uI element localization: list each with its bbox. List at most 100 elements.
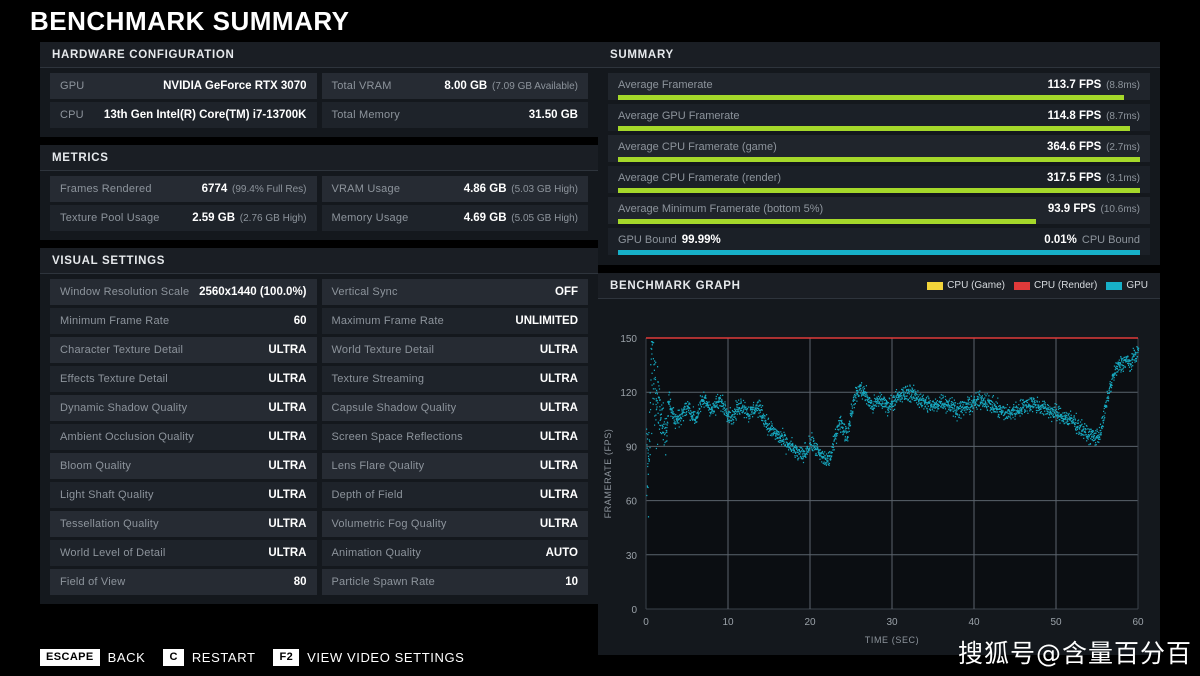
key-action-label[interactable]: RESTART <box>192 650 256 665</box>
cpu-bound-value: 0.01% CPU Bound <box>1044 233 1140 246</box>
summary-bar-fill <box>618 157 1140 162</box>
metric-cell[interactable]: Memory Usage 4.69 GB (5.05 GB High) <box>321 205 588 231</box>
watermark: 搜狐号@含量百分百 <box>957 639 1192 668</box>
visual-setting-cell[interactable]: Window Resolution Scale 2560x1440 (100.0%… <box>50 279 317 305</box>
visual-setting-cell[interactable]: Effects Texture Detail ULTRA <box>50 366 317 392</box>
cell-label: Depth of Field <box>331 489 403 501</box>
cell-label: Texture Streaming <box>331 373 425 385</box>
cell-value: ULTRA <box>268 431 307 443</box>
hardware-cell[interactable]: Total VRAM 8.00 GB (7.09 GB Available) <box>321 73 588 99</box>
visual-setting-cell[interactable]: Maximum Frame Rate UNLIMITED <box>321 308 588 334</box>
metrics-panel-header: METRICS <box>40 145 598 171</box>
svg-text:0: 0 <box>631 605 637 616</box>
cell-label: Bloom Quality <box>60 460 132 472</box>
benchmark-graph: 0 30 60 90 120 150 0 10 20 30 40 50 60 TIME (SEC) FRAM… <box>598 299 1160 655</box>
summary-bar-frametime: (8.8ms) <box>1103 79 1140 91</box>
cell-value-sub: (99.4% Full Res) <box>229 184 307 195</box>
hardware-cell[interactable]: Total Memory 31.50 GB <box>321 102 588 128</box>
cell-label: Texture Pool Usage <box>60 212 160 224</box>
visual-setting-cell[interactable]: Tessellation Quality ULTRA <box>50 511 317 537</box>
key-cap-f2[interactable]: F2 <box>273 648 300 666</box>
metrics-panel: METRICS Frames Rendered 6774 (99.4% Full … <box>40 145 598 240</box>
legend-item: GPU <box>1106 280 1148 291</box>
legend-item: CPU (Game) <box>927 280 1005 291</box>
visual-setting-cell[interactable]: Particle Spawn Rate 10 <box>321 569 588 595</box>
summary-bar-value: 93.9 FPS (10.6ms) <box>1047 202 1140 215</box>
cell-label: Total Memory <box>331 109 400 121</box>
cell-value: ULTRA <box>268 344 307 356</box>
hardware-cell[interactable]: CPU 13th Gen Intel(R) Core(TM) i7-13700K <box>50 102 317 128</box>
visual-setting-cell[interactable]: Volumetric Fog Quality ULTRA <box>321 511 588 537</box>
visual-setting-cell[interactable]: Ambient Occlusion Quality ULTRA <box>50 424 317 450</box>
visual-setting-cell[interactable]: Dynamic Shadow Quality ULTRA <box>50 395 317 421</box>
svg-text:40: 40 <box>968 617 980 628</box>
cell-value: ULTRA <box>268 402 307 414</box>
summary-bar-track <box>618 126 1140 131</box>
metric-cell[interactable]: Frames Rendered 6774 (99.4% Full Res) <box>50 176 317 202</box>
metric-cell[interactable]: VRAM Usage 4.86 GB (5.03 GB High) <box>321 176 588 202</box>
cell-value-sub: (5.05 GB High) <box>508 213 578 224</box>
visual-setting-cell[interactable]: Capsule Shadow Quality ULTRA <box>321 395 588 421</box>
cell-value: 80 <box>293 576 307 588</box>
visual-setting-cell[interactable]: World Level of Detail ULTRA <box>50 540 317 566</box>
graph-plot-area: 0 30 60 90 120 150 0 10 20 30 40 50 60 TIME (SEC) FRAM… <box>598 326 1160 655</box>
graph-panel-header: BENCHMARK GRAPH CPU (Game) CPU (Render) GP… <box>598 273 1160 299</box>
svg-text:FRAMERATE (FPS): FRAMERATE (FPS) <box>603 429 613 519</box>
summary-bars: Average Framerate 113.7 FPS (8.8ms) Averag… <box>598 68 1160 265</box>
cell-value-sub: (5.03 GB High) <box>508 184 578 195</box>
cell-label: Lens Flare Quality <box>331 460 425 472</box>
summary-bar-frametime: (3.1ms) <box>1103 172 1140 184</box>
legend-label: GPU <box>1126 280 1148 291</box>
cell-label: Particle Spawn Rate <box>331 576 435 588</box>
summary-bar-header: Average Framerate 113.7 FPS (8.8ms) <box>618 76 1140 93</box>
key-cap-escape[interactable]: ESCAPE <box>40 648 100 666</box>
cell-value: ULTRA <box>539 431 578 443</box>
cell-label: Dynamic Shadow Quality <box>60 402 188 414</box>
framerate-chart: 0 30 60 90 120 150 0 10 20 30 40 50 60 TIME (SEC) FRAM… <box>603 334 1144 645</box>
summary-bar-fill <box>618 188 1140 193</box>
visual-setting-cell[interactable]: Bloom Quality ULTRA <box>50 453 317 479</box>
metric-cell[interactable]: Texture Pool Usage 2.59 GB (2.76 GB High) <box>50 205 317 231</box>
summary-bar-header: Average CPU Framerate (render) 317.5 FPS … <box>618 169 1140 186</box>
cell-label: CPU <box>60 109 84 121</box>
cell-label: Maximum Frame Rate <box>331 315 444 327</box>
svg-text:30: 30 <box>626 551 638 562</box>
graph-panel-title: BENCHMARK GRAPH <box>610 279 741 292</box>
hardware-cell[interactable]: GPU NVIDIA GeForce RTX 3070 <box>50 73 317 99</box>
visual-setting-cell[interactable]: Character Texture Detail ULTRA <box>50 337 317 363</box>
visual-setting-cell[interactable]: Screen Space Reflections ULTRA <box>321 424 588 450</box>
svg-text:30: 30 <box>886 617 898 628</box>
visual-setting-cell[interactable]: World Texture Detail ULTRA <box>321 337 588 363</box>
summary-bar-value: 364.6 FPS (2.7ms) <box>1046 140 1140 153</box>
summary-bar-track <box>618 188 1140 193</box>
visual-setting-cell[interactable]: Field of View 80 <box>50 569 317 595</box>
visual-setting-cell[interactable]: Texture Streaming ULTRA <box>321 366 588 392</box>
summary-panel-header: SUMMARY <box>598 42 1160 68</box>
key-cap-c[interactable]: C <box>163 648 184 666</box>
cell-value: 2.59 GB (2.76 GB High) <box>192 212 307 224</box>
visual-setting-cell[interactable]: Animation Quality AUTO <box>321 540 588 566</box>
cell-value: 10 <box>565 576 578 588</box>
cell-value: ULTRA <box>268 547 307 559</box>
summary-bar-value: 317.5 FPS (3.1ms) <box>1046 171 1140 184</box>
visual-setting-cell[interactable]: Lens Flare Quality ULTRA <box>321 453 588 479</box>
hardware-rows: GPU NVIDIA GeForce RTX 3070 Total VRAM 8.00… <box>40 68 598 137</box>
cell-value: ULTRA <box>268 489 307 501</box>
visual-setting-cell[interactable]: Depth of Field ULTRA <box>321 482 588 508</box>
gpu-bound-label: GPU Bound 99.99% <box>618 233 721 246</box>
visual-setting-cell[interactable]: Light Shaft Quality ULTRA <box>50 482 317 508</box>
gpu-bound-value: 99.99% <box>681 233 721 246</box>
legend-item: CPU (Render) <box>1013 280 1097 291</box>
cell-value: 60 <box>293 315 307 327</box>
svg-text:20: 20 <box>804 617 816 628</box>
key-action-label[interactable]: BACK <box>108 650 146 665</box>
visual-setting-cell[interactable]: Vertical Sync OFF <box>321 279 588 305</box>
visual-setting-cell[interactable]: Minimum Frame Rate 60 <box>50 308 317 334</box>
benchmark-summary-screen: BENCHMARK SUMMARY HARDWARE CONFIGURATION… <box>0 0 1200 676</box>
right-column: SUMMARY Average Framerate 113.7 FPS (8.8m… <box>598 42 1160 663</box>
settings-row: Light Shaft Quality ULTRA Depth of Field UL… <box>50 482 588 508</box>
graph-legend: CPU (Game) CPU (Render) GPU <box>927 280 1148 291</box>
summary-bar-value: 113.7 FPS (8.8ms) <box>1047 78 1140 91</box>
key-action-label[interactable]: VIEW VIDEO SETTINGS <box>307 650 464 665</box>
benchmark-graph-panel: BENCHMARK GRAPH CPU (Game) CPU (Render) GP… <box>598 273 1160 655</box>
